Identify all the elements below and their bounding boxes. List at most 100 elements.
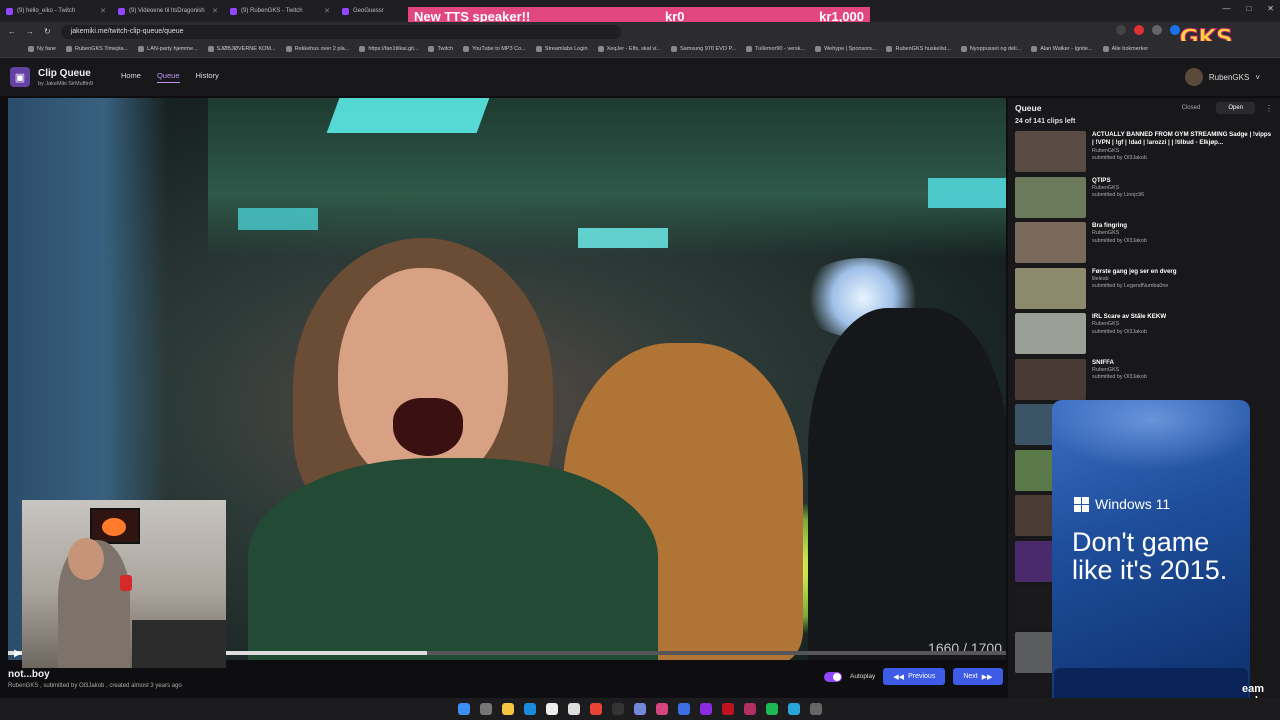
bookmark-item[interactable]: Streamlabs Login [535,46,588,52]
queue-item[interactable]: Første gang jeg ser en dverg lilelesb subm… [1008,267,1280,314]
queue-item[interactable]: QTIPS RubenGKS submitted by Linnjc96 [1008,176,1280,223]
queue-state-toggle: Closed Open [1170,102,1255,114]
tab-label: GeoGuessr [353,8,384,14]
folder-icon[interactable] [502,703,514,715]
queue-item-submitter: submitted by Ol3Jakob [1092,237,1147,244]
queue-item-channel: RubenGKS [1092,184,1120,191]
clip-thumbnail[interactable] [1015,313,1086,354]
reload-icon[interactable]: ↻ [44,27,51,36]
clip-thumbnail[interactable] [1015,131,1086,172]
back-icon[interactable]: ← [8,27,16,36]
more-options-icon[interactable]: ⋮ [1265,104,1273,113]
browser-tab[interactable]: (9) Videoene til ItsDragonish ✕ [112,7,224,15]
queue-closed-button[interactable]: Closed [1170,102,1213,114]
queue-item[interactable]: SNIFFA RubenGKS submitted by Ol3Jakob [1008,358,1280,405]
close-window-icon[interactable]: ✕ [1267,4,1274,13]
app-icon[interactable] [546,703,558,715]
bookmark-label: RubenGKS huskelist... [895,46,951,52]
bookmark-item[interactable]: RubenGKS huskelist... [886,46,951,52]
bookmark-item[interactable]: YouTube to MP3 Co... [463,46,526,52]
bookmark-item[interactable]: Samsung 970 EVO P... [671,46,736,52]
window-controls: — □ ✕ [1222,4,1274,13]
chrome-icon[interactable] [590,703,602,715]
bookmark-item[interactable]: https://fan1tilkai.git... [359,46,418,52]
bookmark-label: Ny fane [37,46,56,52]
discord-icon[interactable] [634,703,646,715]
bookmark-item[interactable]: XeqJer - Elfs, skal vi... [597,46,661,52]
bookmark-icon [65,46,72,52]
chevron-down-icon: ˅ [1255,72,1260,82]
bookmark-icon [138,46,145,52]
queue-item-channel: lilelesb [1092,275,1109,282]
close-tab-icon[interactable]: ✕ [212,7,218,15]
clip-thumbnail[interactable] [1015,358,1086,400]
queue-item[interactable]: ACTUALLY BANNED FROM GYM STREAMING Sadge… [1008,131,1280,177]
extension-icon[interactable] [1134,25,1144,35]
app-icon[interactable] [788,703,800,715]
bookmark-item[interactable]: Ny fane [28,46,56,52]
queue-item[interactable]: Bra fingring RubenGKS submitted by Ol3Jako… [1008,222,1280,268]
bookmark-item[interactable]: Tullemor90 - versk... [746,46,805,52]
video-scene [928,178,1006,208]
rewind-icon: ◀◀ [893,673,905,681]
user-menu[interactable]: RubenGKS ˅ [1184,68,1260,86]
forward-icon[interactable]: → [26,27,34,36]
clip-thumbnail[interactable] [1015,267,1086,309]
app-icon[interactable] [612,703,624,715]
app-icon[interactable] [722,703,734,715]
bookmark-label: LAN-party hjemme... [147,46,198,52]
webcam-scene [102,518,126,536]
browser-tab[interactable]: (9) RubenGKS - Twitch ✕ [224,7,336,15]
bookmark-item[interactable]: Alle bokmerker [1102,46,1148,52]
app-icon[interactable] [810,703,822,715]
author-link[interactable]: JakeMiki [45,81,66,87]
bookmarks-bar: Ny fane RubenGKS Timepla... LAN-party hjem… [0,41,1280,58]
bookmark-icon [463,46,470,52]
search-icon[interactable] [480,703,492,715]
url-field[interactable]: jakemiki.me/twitch-clip-queue/queue [60,24,621,39]
edge-icon[interactable] [524,703,536,715]
queue-open-button[interactable]: Open [1216,102,1255,114]
author-link[interactable]: SirMuffin9 [68,81,93,87]
nav-home[interactable]: Home [121,71,141,83]
spotify-icon[interactable] [766,703,778,715]
browser-tab[interactable]: (9) hello_eiko - Twitch ✕ [0,7,112,15]
bookmark-item[interactable]: Alan Walker - Ignite... [1031,46,1093,52]
app-icon[interactable] [700,703,712,715]
app-icon[interactable] [568,703,580,715]
nav-queue[interactable]: Queue [156,71,180,83]
tab-label: (9) RubenGKS - Twitch [241,8,303,14]
start-icon[interactable] [458,703,470,715]
play-icon[interactable]: ▶ [14,648,22,659]
bookmark-item[interactable]: SJØBJØVERNE KOM... [207,46,276,52]
clip-thumbnail[interactable] [1015,176,1086,218]
extension-icon[interactable] [1116,25,1126,35]
minimize-icon[interactable]: — [1222,4,1230,13]
maximize-icon[interactable]: □ [1246,4,1251,13]
webcam-scene [120,575,132,591]
extension-icon[interactable] [1152,25,1162,35]
bookmark-item[interactable]: Rekkehus over 2 pla... [285,46,349,52]
queue-item-channel: RubenGKS [1092,230,1120,237]
next-button[interactable]: Next ▶▶ [953,668,1003,685]
queue-item-submitter: submitted by Ol3Jakob [1092,374,1147,381]
previous-button[interactable]: ◀◀ Previous [883,668,946,685]
app-icon[interactable] [678,703,690,715]
video-scene [248,458,658,660]
bookmark-item[interactable]: Nyoppusset og deli... [960,46,1021,52]
bookmark-item[interactable]: Wehype | Sponsors... [815,46,876,52]
autoplay-toggle[interactable] [824,671,842,682]
close-tab-icon[interactable]: ✕ [324,7,330,15]
nav-history[interactable]: History [196,71,219,83]
close-tab-icon[interactable]: ✕ [100,7,106,15]
app-icon[interactable] [656,703,668,715]
clip-thumbnail[interactable] [1015,222,1086,263]
app-icon[interactable] [744,703,756,715]
windows11-ad[interactable]: Windows 11 Don't game like it's 2015. [1052,400,1250,710]
bookmark-item[interactable]: Twitch [428,46,453,52]
queue-item[interactable]: IRL Scare av Ståle KEKW RubenGKS submitted… [1008,313,1280,359]
clip-queue-logo-icon[interactable]: ▣ [10,67,30,87]
bookmark-item[interactable]: LAN-party hjemme... [138,46,198,52]
credits-prefix: by [38,80,44,87]
bookmark-item[interactable]: RubenGKS Timepla... [65,46,128,52]
